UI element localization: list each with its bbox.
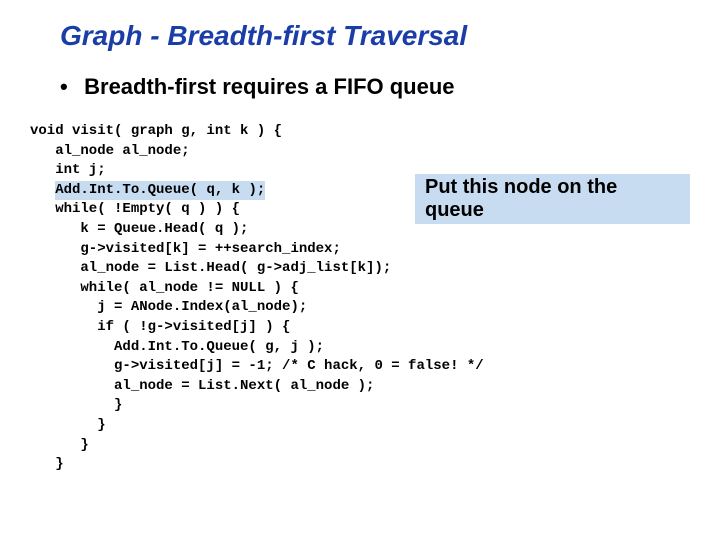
callout-label: Put this node on the queue [415,174,690,224]
code-line: void visit( graph g, int k ) { [30,123,282,139]
code-line: g->visited[j] = -1; /* C hack, 0 = false… [30,358,484,374]
code-line: } [30,456,64,472]
code-line: } [30,437,89,453]
slide-title: Graph - Breadth-first Traversal [60,20,690,52]
code-line: Add.Int.To.Queue( g, j ); [30,339,324,355]
code-line: al_node al_node; [30,143,190,159]
code-line-indent [30,182,55,198]
code-line: al_node = List.Head( g->adj_list[k]); [30,260,391,276]
bullet-text: Breadth-first requires a FIFO queue [84,74,454,99]
code-line-highlight: Add.Int.To.Queue( q, k ); [55,181,265,201]
bullet-dot: • [60,74,78,100]
code-line: } [30,417,106,433]
code-line: } [30,397,122,413]
code-line: j = ANode.Index(al_node); [30,299,307,315]
bullet-item: • Breadth-first requires a FIFO queue [60,74,690,100]
code-line: al_node = List.Next( al_node ); [30,378,374,394]
slide: Graph - Breadth-first Traversal • Breadt… [0,0,720,540]
code-area: void visit( graph g, int k ) { al_node a… [30,122,690,475]
code-line: g->visited[k] = ++search_index; [30,241,341,257]
code-line: k = Queue.Head( q ); [30,221,248,237]
code-line: while( !Empty( q ) ) { [30,201,240,217]
code-line: if ( !g->visited[j] ) { [30,319,290,335]
code-line: int j; [30,162,106,178]
code-line: while( al_node != NULL ) { [30,280,299,296]
